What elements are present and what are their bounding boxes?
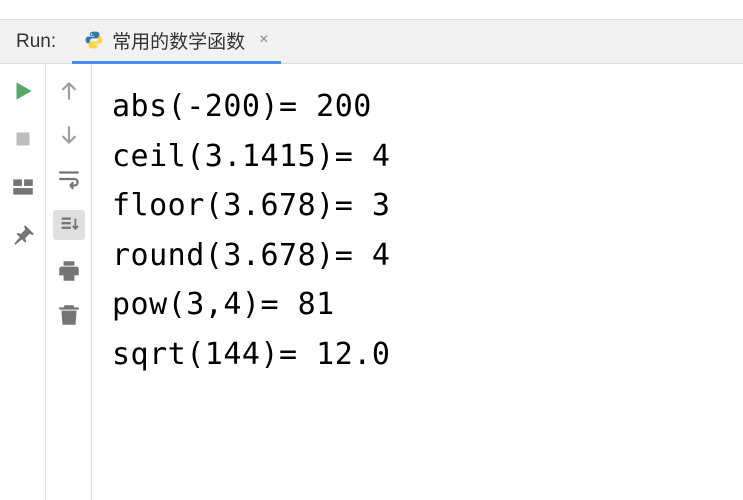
- top-border-area: [0, 0, 743, 20]
- python-icon: [84, 30, 104, 50]
- output-line: ceil(3.1415)= 4: [112, 132, 723, 182]
- arrow-down-icon[interactable]: [56, 122, 82, 148]
- pin-icon[interactable]: [10, 222, 36, 248]
- stop-button[interactable]: [10, 126, 36, 152]
- output-line: pow(3,4)= 81: [112, 280, 723, 330]
- soft-wrap-icon[interactable]: [56, 166, 82, 192]
- run-button[interactable]: [10, 78, 36, 104]
- toolbar-secondary: [46, 64, 92, 500]
- toolbar-primary: [0, 64, 46, 500]
- tab-title: 常用的数学函数: [112, 27, 245, 54]
- run-panel-header: Run: 常用的数学函数 ×: [0, 20, 743, 64]
- print-icon[interactable]: [56, 258, 82, 284]
- scroll-to-end-icon[interactable]: [53, 210, 85, 240]
- main-area: abs(-200)= 200 ceil(3.1415)= 4 floor(3.6…: [0, 64, 743, 500]
- output-line: round(3.678)= 4: [112, 231, 723, 281]
- console-output[interactable]: abs(-200)= 200 ceil(3.1415)= 4 floor(3.6…: [92, 64, 743, 500]
- output-line: floor(3.678)= 3: [112, 181, 723, 231]
- close-icon[interactable]: ×: [259, 31, 268, 49]
- run-tab[interactable]: 常用的数学函数 ×: [72, 20, 280, 64]
- output-line: abs(-200)= 200: [112, 82, 723, 132]
- trash-icon[interactable]: [56, 302, 82, 328]
- output-line: sqrt(144)= 12.0: [112, 330, 723, 380]
- arrow-up-icon[interactable]: [56, 78, 82, 104]
- run-panel-label: Run:: [0, 31, 72, 53]
- layout-button[interactable]: [10, 174, 36, 200]
